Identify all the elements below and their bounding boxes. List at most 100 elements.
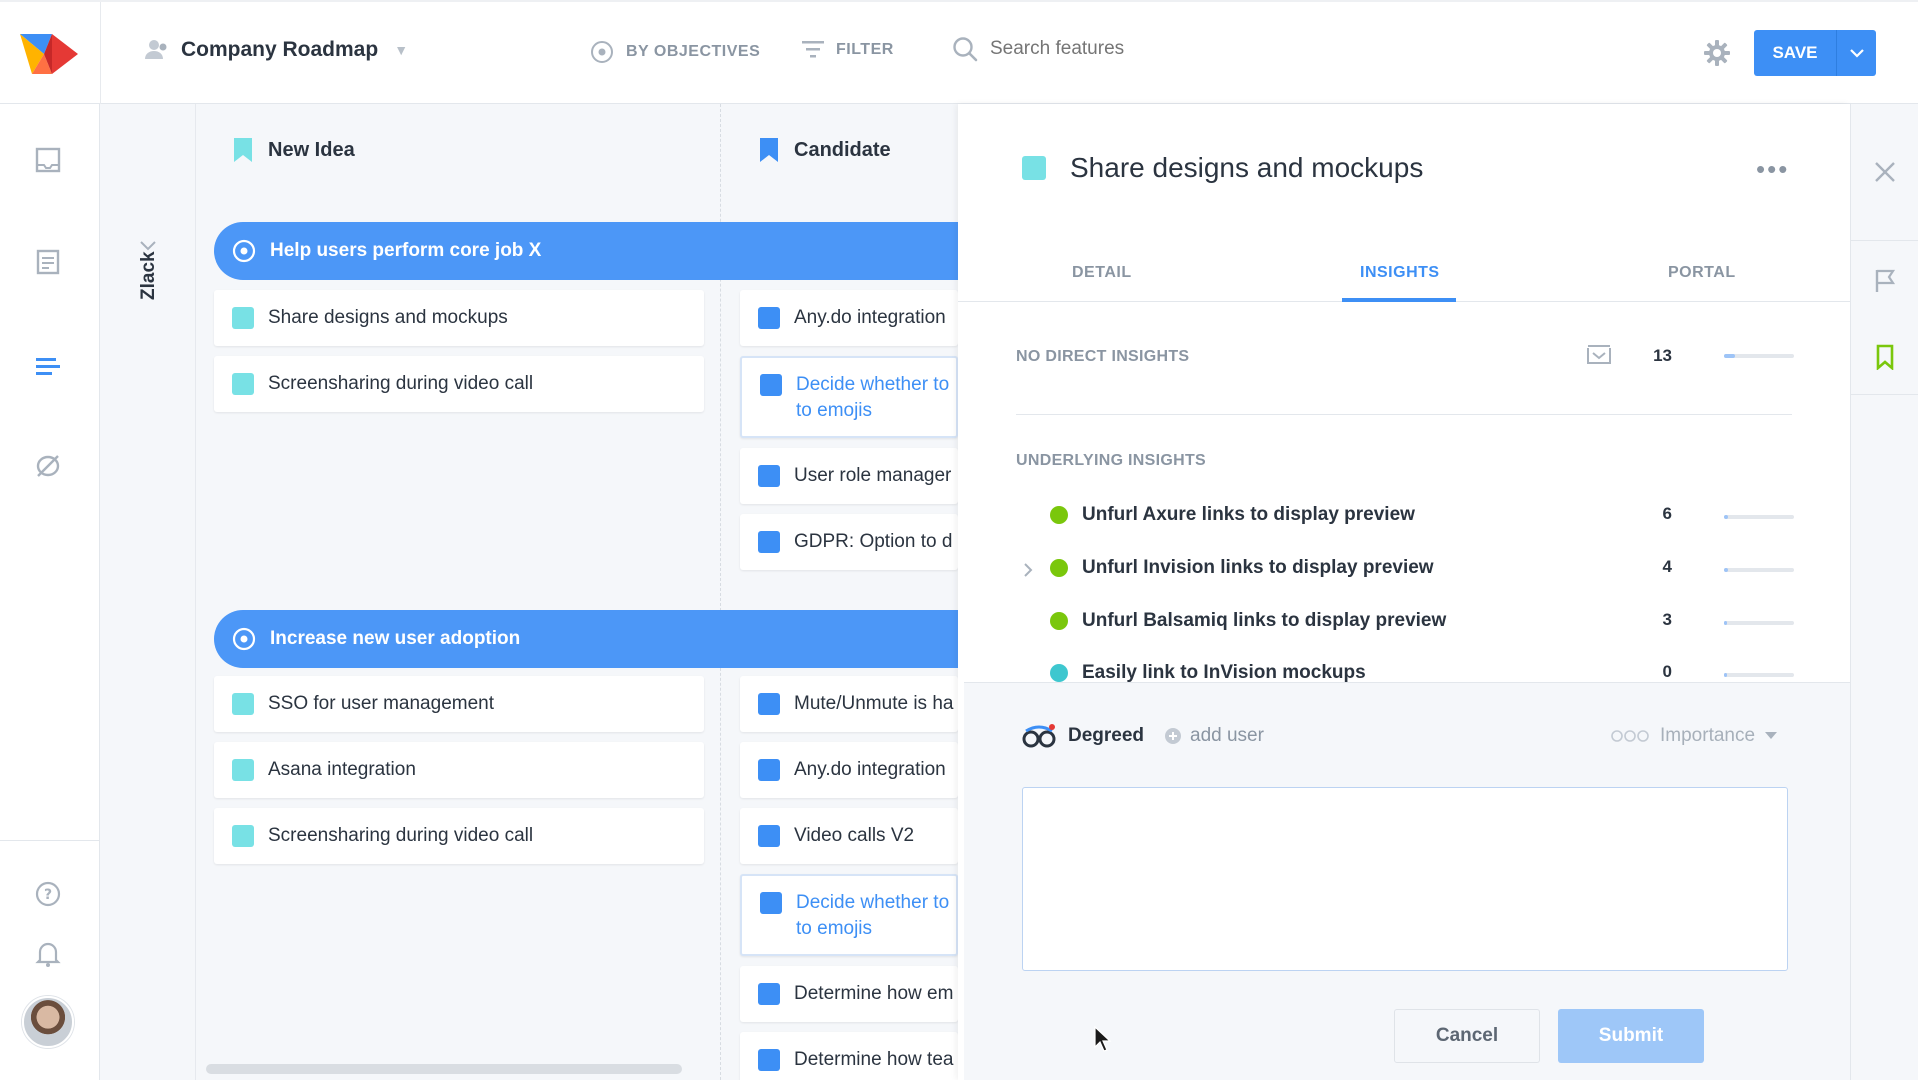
column-header-new-idea: New Idea (234, 138, 355, 162)
feature-color-swatch[interactable] (1022, 156, 1046, 180)
feature-card[interactable]: Video calls V2 (740, 808, 958, 864)
roadmap-title: Company Roadmap (181, 38, 379, 61)
feature-title: Determine how tea (794, 1049, 954, 1070)
search-input[interactable] (990, 38, 1250, 60)
add-user-button[interactable]: add user (1164, 725, 1264, 747)
feature-title: Screensharing during video call (268, 373, 534, 394)
insight-meter (1724, 515, 1794, 519)
search-box (952, 36, 1250, 62)
insight-textarea[interactable] (1022, 787, 1788, 971)
feature-card[interactable]: GDPR: Option to d (740, 514, 958, 570)
feature-color-swatch (232, 693, 254, 715)
roadmap-icon[interactable] (34, 352, 62, 380)
insight-count: 6 (1662, 504, 1672, 523)
more-options-icon[interactable]: ••• (1756, 154, 1789, 185)
users-icon (145, 40, 167, 59)
by-objectives-button[interactable]: BY OBJECTIVES (590, 40, 760, 64)
rail-divider (1851, 240, 1918, 241)
insight-item[interactable]: Easily link to InVision mockups (1050, 662, 1366, 684)
insight-meter (1724, 673, 1794, 677)
feature-card[interactable]: Determine how tea (740, 1032, 958, 1080)
target-icon (591, 41, 613, 63)
bookmark-icon[interactable] (1873, 344, 1897, 370)
rail-divider (1851, 394, 1918, 395)
flag-icon[interactable] (1873, 268, 1897, 294)
feature-card[interactable]: Mute/Unmute is ha (740, 676, 958, 732)
feature-card[interactable]: SSO for user management (214, 676, 704, 732)
tab-insights[interactable]: INSIGHTS (1360, 264, 1440, 282)
feature-color-swatch (758, 759, 780, 781)
chevron-right-icon[interactable] (1022, 562, 1034, 578)
insight-inbox-icon[interactable] (1586, 342, 1612, 366)
svg-text:?: ? (44, 887, 52, 903)
feature-title: Decide whether to to emojis (796, 374, 950, 421)
insight-count: 13 (1653, 346, 1672, 365)
submit-button[interactable]: Submit (1558, 1009, 1704, 1063)
feature-color-swatch (758, 531, 780, 553)
roadmap-selector[interactable]: Company Roadmap ▼ (145, 38, 408, 62)
feature-title: Mute/Unmute is ha (794, 693, 954, 714)
feature-card-selected[interactable]: Decide whether to to emojis (740, 874, 958, 956)
objective-title: Help users perform core job X (270, 240, 542, 261)
feature-color-swatch (760, 892, 782, 914)
detail-tabs: DETAIL INSIGHTS PORTAL (958, 256, 1850, 302)
feature-title: Determine how em (794, 983, 954, 1004)
save-button[interactable]: SAVE (1754, 30, 1876, 76)
feature-title: User role manager (794, 465, 952, 486)
objective-bar[interactable]: Help users perform core job X (214, 222, 958, 280)
column-title: Candidate (794, 138, 891, 161)
plus-circle-icon (1165, 728, 1181, 744)
insights-list: Unfurl Axure links to display preview 6 … (958, 404, 1850, 686)
user-avatar[interactable] (22, 996, 74, 1048)
tab-detail[interactable]: DETAIL (1072, 264, 1132, 282)
cancel-button[interactable]: Cancel (1394, 1009, 1540, 1063)
feature-card[interactable]: Any.do integration (740, 742, 958, 798)
feature-card[interactable]: Asana integration (214, 742, 704, 798)
filter-button[interactable]: FILTER (802, 40, 894, 60)
app-logo[interactable] (16, 30, 80, 78)
right-rail (1850, 104, 1918, 1080)
gear-icon[interactable] (1704, 40, 1730, 66)
close-icon[interactable] (1873, 160, 1897, 184)
save-options-toggle[interactable] (1837, 48, 1876, 58)
column-header-candidate: Candidate (760, 138, 891, 162)
importance-selector[interactable]: Importance (1610, 725, 1778, 747)
feature-detail-title[interactable]: Share designs and mockups (1070, 152, 1423, 184)
insight-status-dot (1050, 559, 1068, 577)
caret-down-icon (1765, 732, 1778, 739)
insight-item[interactable]: Unfurl Axure links to display preview (1050, 504, 1415, 526)
document-icon[interactable] (34, 248, 62, 276)
feature-card[interactable]: Screensharing during video call (214, 356, 704, 412)
company-selector[interactable]: Degreed (1022, 723, 1144, 749)
left-navigation: ? (0, 104, 100, 1080)
feature-card[interactable]: User role manager (740, 448, 958, 504)
degreed-logo-icon (1022, 724, 1056, 748)
active-tab-indicator (1342, 298, 1456, 302)
insight-meter-fill (1724, 621, 1727, 625)
objective-bar[interactable]: Increase new user adoption (214, 610, 958, 668)
inbox-icon[interactable] (34, 146, 62, 174)
bell-icon[interactable] (34, 940, 62, 968)
feature-color-swatch (232, 825, 254, 847)
hidden-eye-icon[interactable] (34, 452, 62, 480)
importance-label: Importance (1660, 725, 1756, 746)
company-name: Degreed (1068, 725, 1145, 746)
feature-title: SSO for user management (268, 693, 494, 714)
feature-card-selected[interactable]: Decide whether to to emojis (740, 356, 958, 438)
feature-card[interactable]: Determine how em (740, 966, 958, 1022)
feature-color-swatch (232, 373, 254, 395)
insight-item[interactable]: Unfurl Invision links to display preview (1050, 557, 1434, 579)
feature-card[interactable]: Any.do integration (740, 290, 958, 346)
insight-item[interactable]: Unfurl Balsamiq links to display preview (1050, 610, 1446, 632)
feature-card[interactable]: Share designs and mockups (214, 290, 704, 346)
tab-portal[interactable]: PORTAL (1668, 264, 1736, 282)
help-icon[interactable]: ? (34, 880, 62, 908)
insight-meter (1724, 621, 1794, 625)
insight-count: 0 (1662, 662, 1672, 681)
lane-name[interactable]: Zlack (138, 251, 160, 300)
feature-card[interactable]: Screensharing during video call (214, 808, 704, 864)
horizontal-scrollbar[interactable] (206, 1064, 682, 1074)
feature-color-swatch (758, 693, 780, 715)
feature-title: Video calls V2 (794, 825, 915, 846)
feature-color-swatch (232, 759, 254, 781)
